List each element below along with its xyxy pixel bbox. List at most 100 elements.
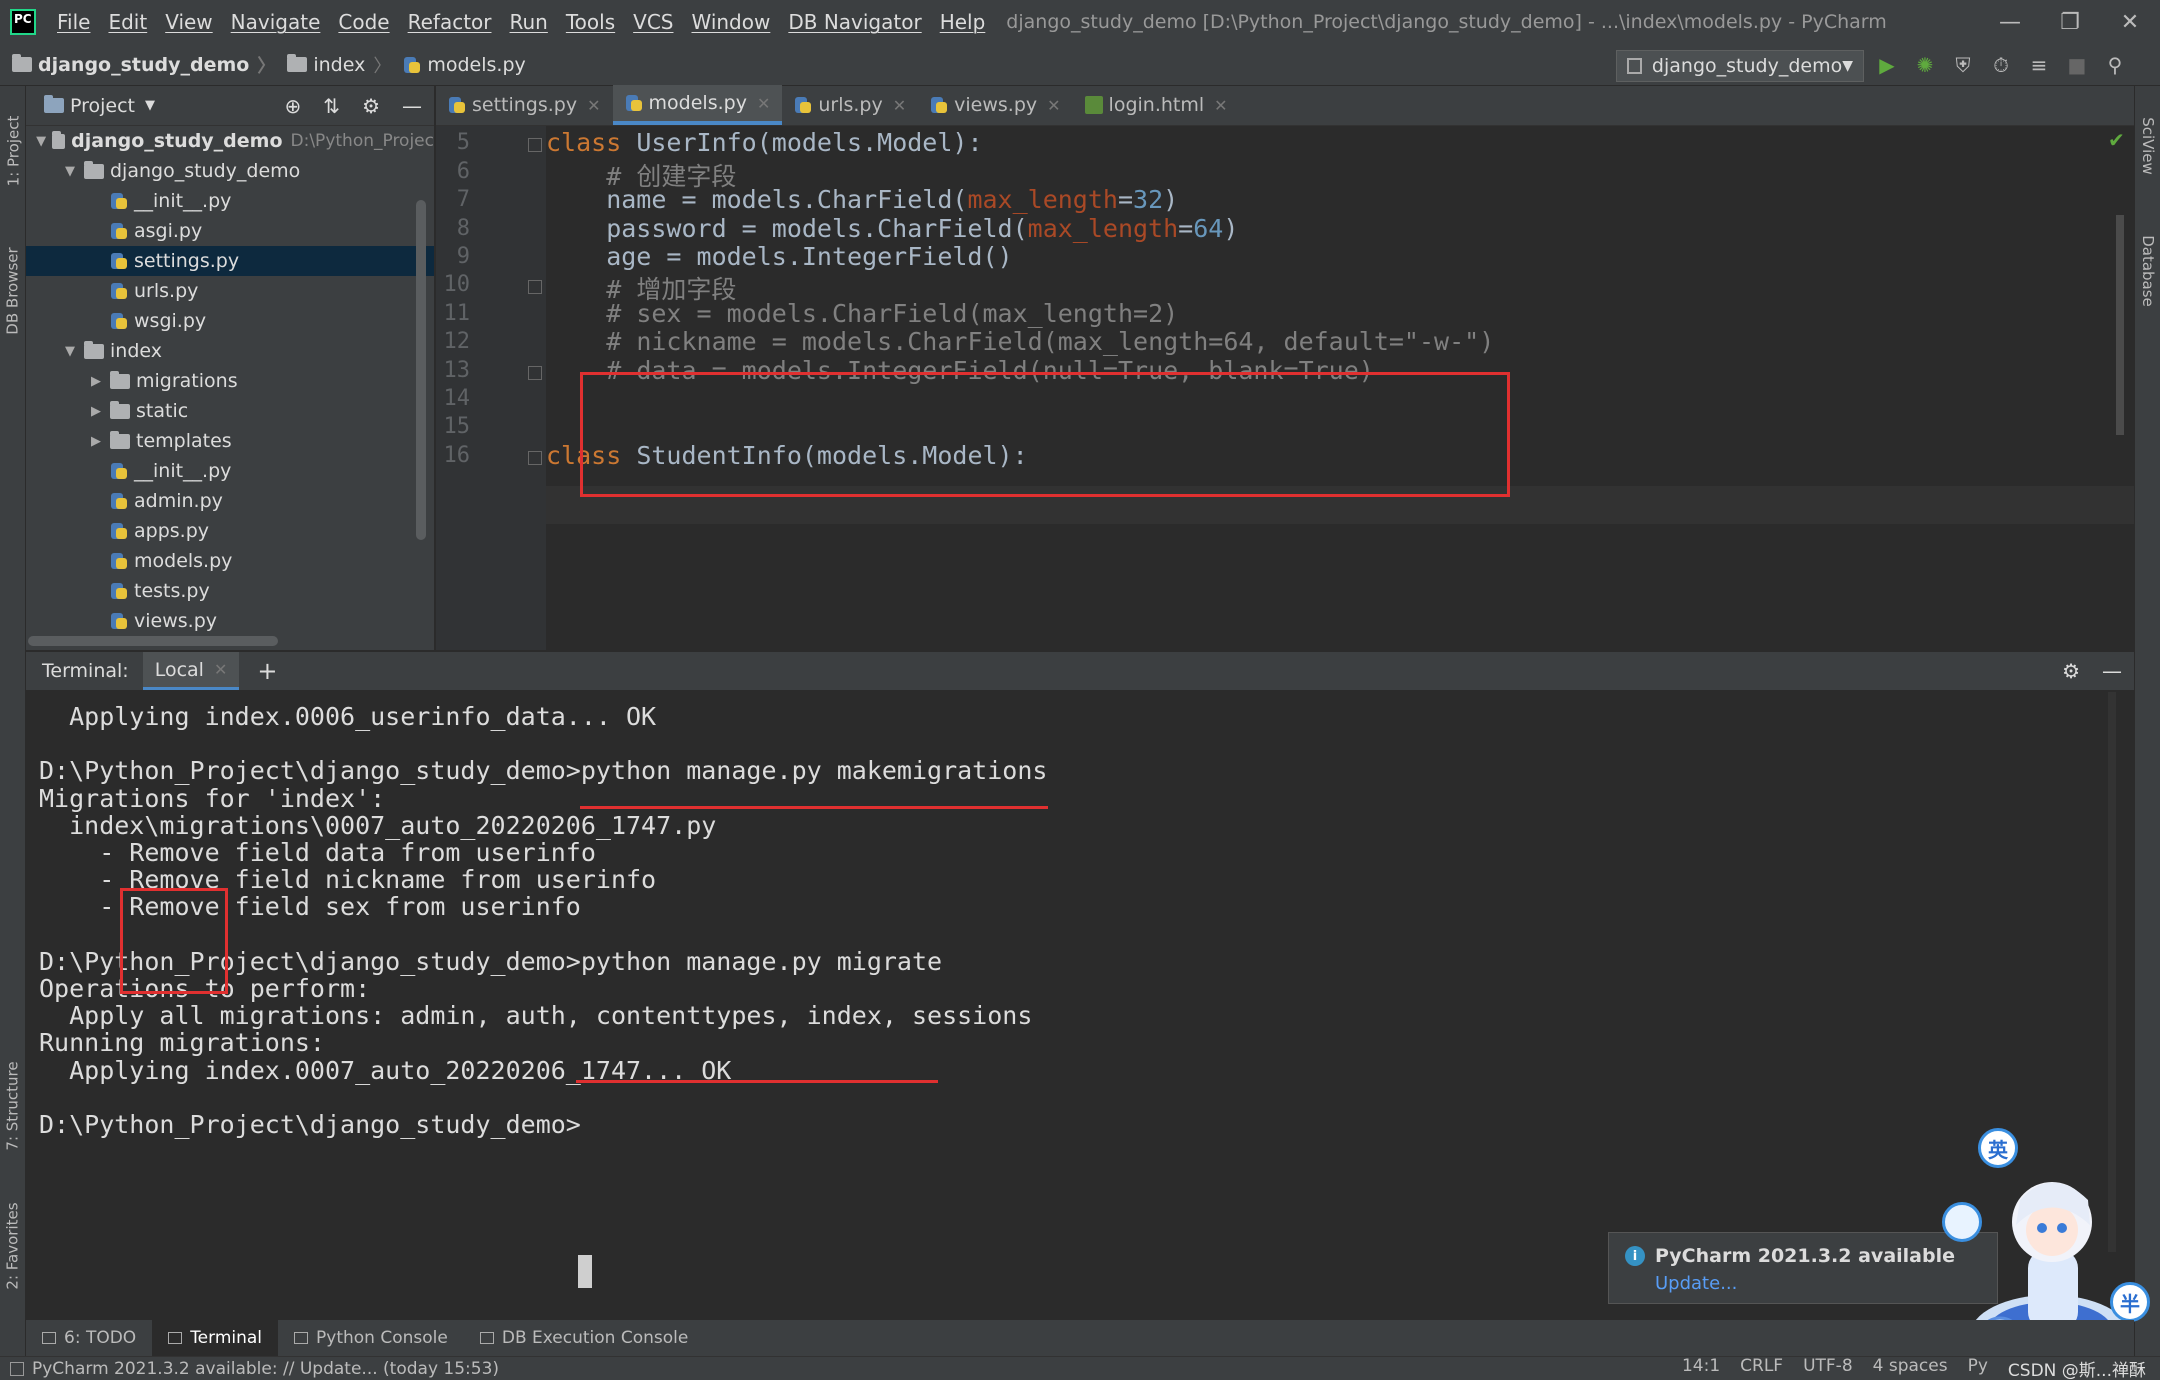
restore-button[interactable]: ❐	[2040, 0, 2100, 44]
tree-item[interactable]: ▼ django_study_demo D:\Python_Projec	[26, 126, 434, 156]
side-tab-database[interactable]: Database	[2135, 216, 2160, 326]
line-separator[interactable]: CRLF	[1740, 1356, 1783, 1380]
tool-window-todo[interactable]: 6: TODO	[26, 1320, 152, 1356]
tree-item[interactable]: settings.py	[26, 246, 434, 276]
chevron-down-icon[interactable]: ▼	[145, 98, 155, 113]
editor-scrollbar[interactable]	[2116, 215, 2124, 435]
search-icon[interactable]: ⚲	[2102, 52, 2128, 78]
breadcrumb-project[interactable]: django_study_demo 〉	[12, 52, 275, 78]
tree-item[interactable]: apps.py	[26, 516, 434, 546]
build-icon[interactable]: ≡	[2026, 52, 2052, 78]
menu-db-navigator[interactable]: DB Navigator	[779, 10, 930, 34]
tool-window-db-execution-console[interactable]: DB Execution Console	[464, 1320, 704, 1356]
tree-item[interactable]: views.py	[26, 606, 434, 636]
tree-item[interactable]: ▶ migrations	[26, 366, 434, 396]
menu-view[interactable]: View	[156, 10, 221, 34]
interpreter-indicator[interactable]: Py	[1968, 1356, 1988, 1380]
tool-window-terminal[interactable]: Terminal	[152, 1320, 279, 1356]
menu-edit[interactable]: Edit	[99, 10, 156, 34]
tree-item[interactable]: models.py	[26, 546, 434, 576]
terminal-tab-local[interactable]: Local ✕	[142, 652, 240, 690]
tree-horizontal-scrollbar[interactable]	[28, 636, 278, 646]
ime-half-width-badge[interactable]: 半	[2110, 1282, 2150, 1322]
hide-icon[interactable]: —	[402, 94, 422, 118]
gear-icon[interactable]: ⚙	[2062, 659, 2080, 683]
fold-marker-icon[interactable]	[528, 280, 542, 295]
tree-item[interactable]: asgi.py	[26, 216, 434, 246]
status-message[interactable]: PyCharm 2021.3.2 available: // Update...…	[32, 1359, 499, 1379]
tree-item[interactable]: tests.py	[26, 576, 434, 606]
gear-icon[interactable]: ⚙	[362, 94, 380, 118]
tree-item[interactable]: wsgi.py	[26, 306, 434, 336]
side-tab-structure[interactable]: 7: Structure	[0, 1046, 26, 1166]
expand-arrow-icon[interactable]: ▼	[62, 164, 78, 179]
new-terminal-button[interactable]: +	[257, 657, 277, 685]
close-icon[interactable]: ✕	[1047, 96, 1060, 115]
expand-arrow-icon[interactable]: ▼	[62, 344, 78, 359]
tree-vertical-scrollbar[interactable]	[416, 200, 426, 540]
ime-punctuation-icon[interactable]	[1942, 1202, 1982, 1242]
side-tab-favorites[interactable]: 2: Favorites	[0, 1186, 26, 1306]
run-configuration-select[interactable]: django_study_demo ▼	[1616, 50, 1864, 82]
close-icon[interactable]: ✕	[1214, 96, 1227, 115]
menu-window[interactable]: Window	[682, 10, 779, 34]
collapse-arrow-icon[interactable]: ▶	[88, 434, 104, 449]
ime-english-badge[interactable]: 英	[1978, 1128, 2018, 1168]
inspection-ok-icon[interactable]: ✔	[2108, 128, 2125, 152]
debug-icon[interactable]: ✺	[1912, 52, 1938, 78]
menu-navigate[interactable]: Navigate	[222, 10, 330, 34]
side-tab-project[interactable]: 1: Project	[0, 96, 26, 206]
close-icon[interactable]: ✕	[587, 96, 600, 115]
stop-icon[interactable]: ■	[2064, 52, 2090, 78]
menu-vcs[interactable]: VCS	[624, 10, 682, 34]
tree-item[interactable]: ▼ index	[26, 336, 434, 366]
menu-file[interactable]: File	[48, 10, 99, 34]
collapse-arrow-icon[interactable]: ▶	[88, 404, 104, 419]
menu-run[interactable]: Run	[501, 10, 557, 34]
terminal-output[interactable]: Applying index.0006_userinfo_data... OK D…	[26, 690, 2134, 1320]
caret-position[interactable]: 14:1	[1682, 1356, 1720, 1380]
indent-setting[interactable]: 4 spaces	[1873, 1356, 1948, 1380]
locate-icon[interactable]: ⊕	[285, 94, 302, 118]
collapse-arrow-icon[interactable]: ▶	[88, 374, 104, 389]
tool-window-python-console[interactable]: Python Console	[278, 1320, 464, 1356]
editor-tab[interactable]: settings.py ✕	[436, 85, 613, 125]
file-encoding[interactable]: UTF-8	[1803, 1356, 1853, 1380]
expand-arrow-icon[interactable]: ▼	[36, 134, 46, 149]
minimize-button[interactable]: —	[1980, 0, 2040, 44]
side-tab-sciview[interactable]: SciView	[2135, 96, 2160, 196]
menu-tools[interactable]: Tools	[557, 10, 624, 34]
tree-item[interactable]: ▶ static	[26, 396, 434, 426]
collapse-all-icon[interactable]: ⇅	[323, 94, 340, 118]
coverage-icon[interactable]: ⛨	[1950, 52, 1976, 78]
editor-tab[interactable]: models.py ✕	[612, 85, 783, 125]
close-icon[interactable]: ✕	[893, 96, 906, 115]
menu-refactor[interactable]: Refactor	[399, 10, 501, 34]
menu-help[interactable]: Help	[931, 10, 995, 34]
tree-item[interactable]: ▼ django_study_demo	[26, 156, 434, 186]
profile-icon[interactable]: ⏱	[1988, 52, 2014, 78]
project-view-selector[interactable]: Project	[70, 95, 135, 117]
fold-marker-icon[interactable]	[528, 450, 542, 465]
breadcrumb-folder[interactable]: index 〉	[287, 52, 391, 78]
close-window-button[interactable]: ✕	[2100, 0, 2160, 44]
tree-item[interactable]: __init__.py	[26, 456, 434, 486]
tree-item[interactable]: __init__.py	[26, 186, 434, 216]
menu-code[interactable]: Code	[329, 10, 398, 34]
toggle-tool-windows-icon[interactable]	[10, 1361, 24, 1376]
fold-marker-icon[interactable]	[528, 138, 542, 153]
run-icon[interactable]: ▶	[1874, 52, 1900, 78]
tree-item[interactable]: ▶ templates	[26, 426, 434, 456]
editor-tab[interactable]: views.py ✕	[918, 85, 1072, 125]
fold-marker-icon[interactable]	[528, 365, 542, 380]
editor-tab[interactable]: login.html ✕	[1073, 85, 1240, 125]
editor-tab[interactable]: urls.py ✕	[782, 85, 918, 125]
tree-item[interactable]: admin.py	[26, 486, 434, 516]
hide-icon[interactable]: —	[2102, 659, 2122, 683]
tree-item[interactable]: urls.py	[26, 276, 434, 306]
side-tab-db-browser[interactable]: DB Browser	[0, 226, 26, 356]
close-icon[interactable]: ✕	[214, 660, 227, 679]
breadcrumb-file[interactable]: models.py	[403, 54, 526, 76]
close-icon[interactable]: ✕	[757, 94, 770, 113]
tree-item-label: django_study_demo	[71, 130, 283, 152]
